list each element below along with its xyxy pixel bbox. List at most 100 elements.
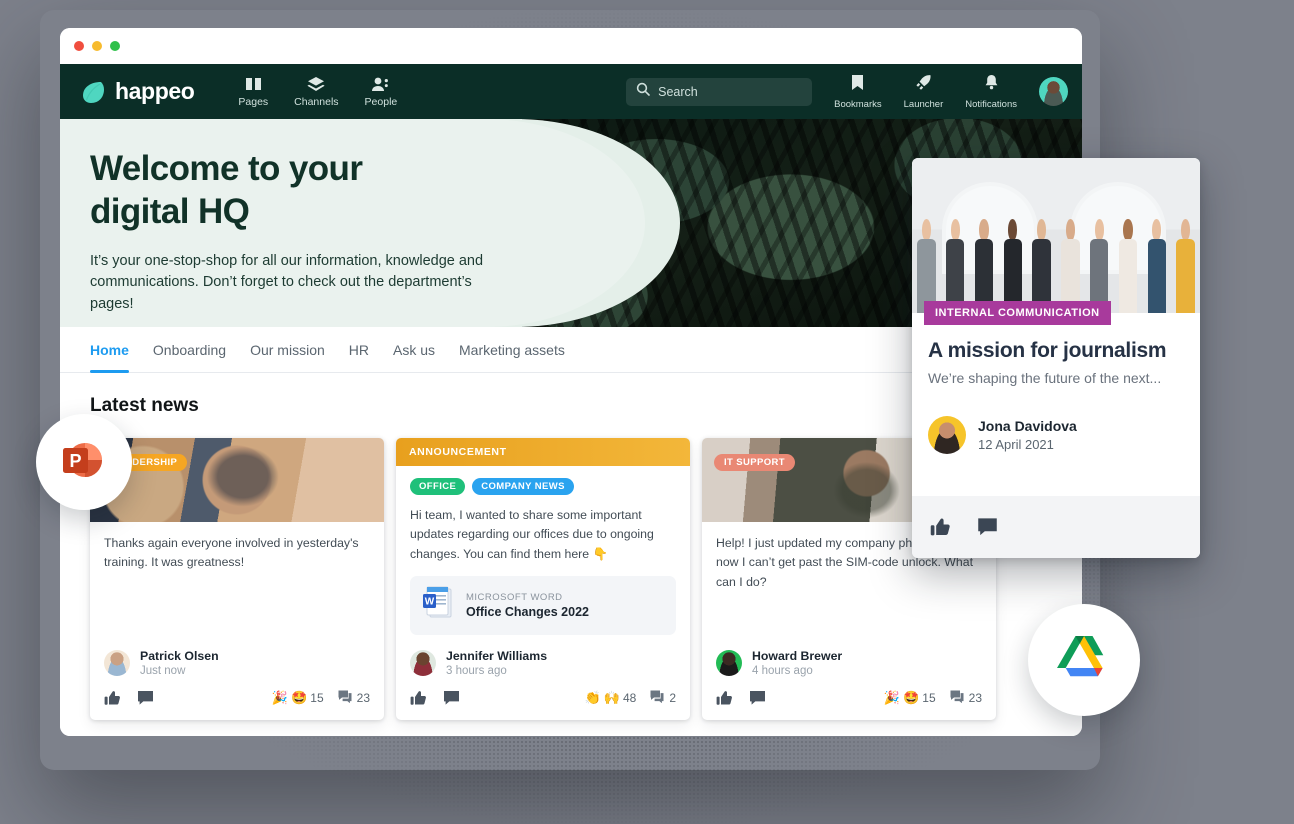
comment-icon[interactable] (443, 690, 460, 706)
nav-util-launcher[interactable]: Launcher (904, 74, 943, 110)
news-card[interactable]: LEADERSHIP Thanks again everyone involve… (90, 438, 384, 721)
thumbs-up-icon[interactable] (716, 690, 733, 706)
card-announcement-banner: ANNOUNCEMENT (396, 438, 690, 466)
user-avatar[interactable] (1039, 77, 1068, 106)
featured-category-badge: INTERNAL COMMUNICATION (924, 301, 1111, 325)
minimize-window-button[interactable] (92, 41, 102, 51)
tab-our-mission[interactable]: Our mission (250, 327, 325, 373)
people-icon (371, 76, 390, 93)
comment-count: 2 (669, 691, 676, 706)
hero-subtitle: It’s your one-stop-shop for all our info… (90, 252, 484, 312)
bookmark-icon (850, 74, 865, 96)
thumbs-up-icon[interactable] (104, 690, 121, 706)
nav-util-bookmarks-label: Bookmarks (834, 98, 882, 110)
comment-count: 23 (356, 691, 370, 706)
star-struck-emoji: 🤩 (903, 690, 920, 706)
card-author: Howard Brewer 4 hours ago (702, 635, 996, 677)
powerpoint-app-bubble[interactable]: P (36, 414, 132, 510)
comment-count-group[interactable]: 23 (338, 690, 370, 706)
brand-name: happeo (115, 78, 195, 104)
search-placeholder: Search (658, 84, 698, 99)
thumbs-up-icon[interactable] (930, 517, 951, 537)
star-struck-emoji: 🤩 (291, 690, 308, 706)
attachment-kind: MICROSOFT WORD (466, 592, 563, 604)
nav-item-pages-label: Pages (238, 95, 269, 108)
nav-util-notifications-label: Notifications (965, 98, 1017, 110)
comment-count: 23 (968, 691, 982, 706)
tab-hr[interactable]: HR (349, 327, 369, 373)
party-popper-emoji: 🎉 (271, 690, 289, 706)
nav-util-bookmarks[interactable]: Bookmarks (834, 74, 882, 110)
comment-icon[interactable] (749, 690, 766, 706)
comments-icon (650, 690, 664, 706)
search-input[interactable]: Search (626, 77, 813, 106)
svg-text:P: P (69, 451, 81, 471)
attachment-meta: MICROSOFT WORD Office Changes 2022 (466, 592, 589, 619)
featured-post-card[interactable]: INTERNAL COMMUNICATION A mission for jou… (912, 158, 1200, 558)
card-footer: 🎉 🤩 15 23 (90, 677, 384, 720)
tag-company-news[interactable]: COMPANY NEWS (472, 478, 574, 495)
card-timestamp: 4 hours ago (752, 665, 813, 678)
card-category-chip: IT SUPPORT (714, 454, 796, 471)
happeo-leaf-icon (78, 78, 106, 106)
reaction-count: 15 (922, 691, 936, 706)
card-timestamp: Just now (140, 665, 186, 678)
page-title: Latest news (90, 395, 199, 416)
top-navigation-bar: happeo Pages Channels People Search Book… (60, 64, 1082, 119)
card-author: Patrick Olsen Just now (90, 635, 384, 677)
tab-marketing-assets[interactable]: Marketing assets (459, 327, 565, 373)
card-body: OFFICE COMPANY NEWS Hi team, I wanted to… (396, 466, 690, 636)
hero-text-block: Welcome to your digital HQ It’s your one… (90, 147, 550, 315)
avatar (928, 416, 966, 454)
nav-item-pages[interactable]: Pages (238, 76, 268, 108)
google-drive-icon (1056, 632, 1112, 689)
nav-right-group: Search Bookmarks Launcher Notifications (626, 74, 1068, 110)
card-author-name: Howard Brewer (752, 649, 843, 664)
raising-hands-emoji: 🙌 (603, 690, 620, 706)
hero-title: Welcome to your digital HQ (90, 147, 550, 234)
comment-icon[interactable] (977, 517, 998, 537)
nav-item-people[interactable]: People (364, 76, 398, 108)
featured-author-name: Jona Davidova (978, 418, 1077, 434)
tag-office[interactable]: OFFICE (410, 478, 466, 495)
featured-post-image: INTERNAL COMMUNICATION (912, 158, 1200, 325)
tab-home[interactable]: Home (90, 327, 129, 373)
comment-icon[interactable] (137, 690, 154, 706)
nav-item-channels[interactable]: Channels (294, 76, 339, 108)
search-icon (636, 82, 650, 101)
featured-post-subtitle: We’re shaping the future of the next... (928, 370, 1162, 386)
layers-icon (307, 76, 325, 93)
card-attachment[interactable]: W MICROSOFT WORD Office Changes 2022 (410, 576, 676, 636)
news-card[interactable]: ANNOUNCEMENT OFFICE COMPANY NEWS Hi team… (396, 438, 690, 721)
maximize-window-button[interactable] (110, 41, 120, 51)
close-window-button[interactable] (74, 41, 84, 51)
featured-post-footer (912, 496, 1200, 558)
card-body: Thanks again everyone involved in yester… (90, 522, 384, 635)
reaction-group[interactable]: 👏 🙌 48 (585, 690, 637, 706)
google-drive-app-bubble[interactable] (1028, 604, 1140, 716)
window-titlebar (60, 28, 1082, 64)
comments-icon (950, 690, 964, 706)
thumbs-up-icon[interactable] (410, 690, 427, 706)
primary-nav: Pages Channels People (238, 76, 397, 108)
nav-item-people-label: People (364, 95, 398, 108)
card-footer: 🎉 🤩 15 23 (702, 677, 996, 720)
reaction-group[interactable]: 🎉 🤩 15 (272, 690, 324, 706)
card-timestamp: 3 hours ago (446, 665, 507, 678)
card-tags: OFFICE COMPANY NEWS (410, 478, 676, 495)
card-author: Jennifer Williams 3 hours ago (396, 635, 690, 677)
rocket-icon (915, 74, 932, 96)
nav-util-notifications[interactable]: Notifications (965, 74, 1017, 110)
avatar (716, 650, 742, 677)
attachment-name: Office Changes 2022 (466, 605, 589, 620)
card-footer: 👏 🙌 48 2 (396, 677, 690, 720)
card-author-name: Patrick Olsen (140, 649, 219, 664)
card-hero-image: LEADERSHIP (90, 438, 384, 522)
tab-onboarding[interactable]: Onboarding (153, 327, 226, 373)
brand-logo[interactable]: happeo (78, 78, 195, 106)
reaction-group[interactable]: 🎉 🤩 15 (884, 690, 936, 706)
tab-ask-us[interactable]: Ask us (393, 327, 435, 373)
comment-count-group[interactable]: 23 (950, 690, 982, 706)
comment-count-group[interactable]: 2 (650, 690, 676, 706)
featured-post-author: Jona Davidova 12 April 2021 (912, 386, 1200, 454)
